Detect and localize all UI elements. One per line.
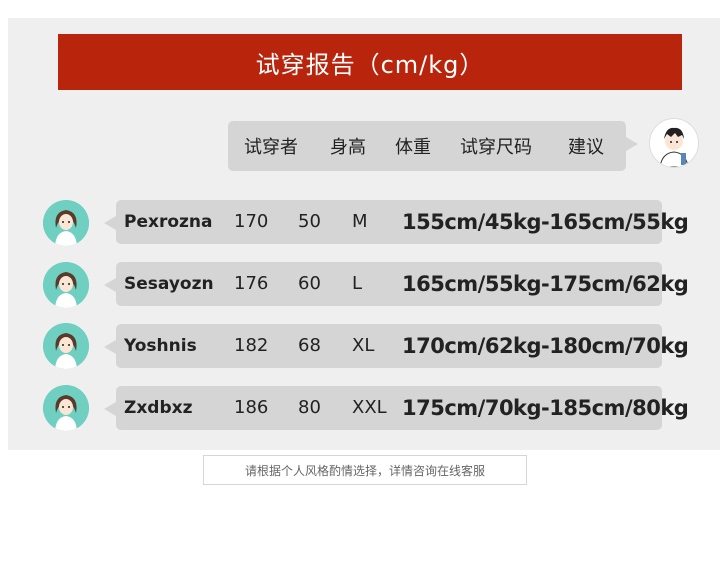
header-bubble: 试穿者 身高 体重 试穿尺码 建议 [228, 121, 638, 171]
row-name: Zxdbxz [124, 398, 193, 418]
row-weight: 60 [298, 273, 321, 294]
row-name: Pexrozna [124, 212, 213, 232]
banner-title: 试穿报告（cm/kg） [255, 50, 485, 79]
row-size: XL [352, 335, 375, 356]
table-row: Yoshnis 182 68 XL 170cm/62kg-180cm/70kg [104, 324, 689, 368]
header-weight: 体重 [395, 137, 431, 158]
row-size: L [352, 273, 363, 294]
header-suggestion: 建议 [568, 137, 604, 158]
row-height: 176 [234, 273, 269, 294]
report-banner: 试穿报告（cm/kg） [58, 34, 682, 90]
girl-avatar-icon [43, 323, 89, 369]
table-row: Sesayozn 176 60 L 165cm/55kg-175cm/62kg [104, 262, 689, 306]
row-name: Sesayozn [124, 274, 214, 294]
row-suggestion: 175cm/70kg-185cm/80kg [402, 396, 689, 420]
row-weight: 68 [298, 335, 321, 356]
row-name: Yoshnis [124, 336, 197, 356]
row-size: XXL [352, 397, 387, 418]
header-tester: 试穿者 [244, 137, 298, 158]
row-suggestion: 170cm/62kg-180cm/70kg [402, 334, 689, 358]
table-row: Pexrozna 170 50 M 155cm/45kg-165cm/55kg [104, 200, 689, 244]
header-height: 身高 [330, 137, 366, 158]
footer-note-text: 请根据个人风格酌情选择，详情咨询在线客服 [244, 463, 485, 478]
row-suggestion: 165cm/55kg-175cm/62kg [402, 272, 689, 296]
header-size: 试穿尺码 [460, 137, 532, 158]
row-height: 182 [234, 335, 269, 356]
girl-avatar-icon [43, 200, 89, 246]
row-weight: 80 [298, 397, 321, 418]
footer-note: 请根据个人风格酌情选择，详情咨询在线客服 [203, 455, 527, 485]
table-row: Zxdbxz 186 80 XXL 175cm/70kg-185cm/80kg [104, 386, 689, 430]
row-suggestion: 155cm/45kg-165cm/55kg [402, 210, 689, 234]
row-height: 186 [234, 397, 269, 418]
row-weight: 50 [298, 211, 321, 232]
row-height: 170 [234, 211, 269, 232]
girl-avatar-icon [43, 385, 89, 431]
row-size: M [352, 211, 368, 232]
girl-avatar-icon [43, 262, 89, 308]
boy-avatar-icon [649, 118, 699, 168]
